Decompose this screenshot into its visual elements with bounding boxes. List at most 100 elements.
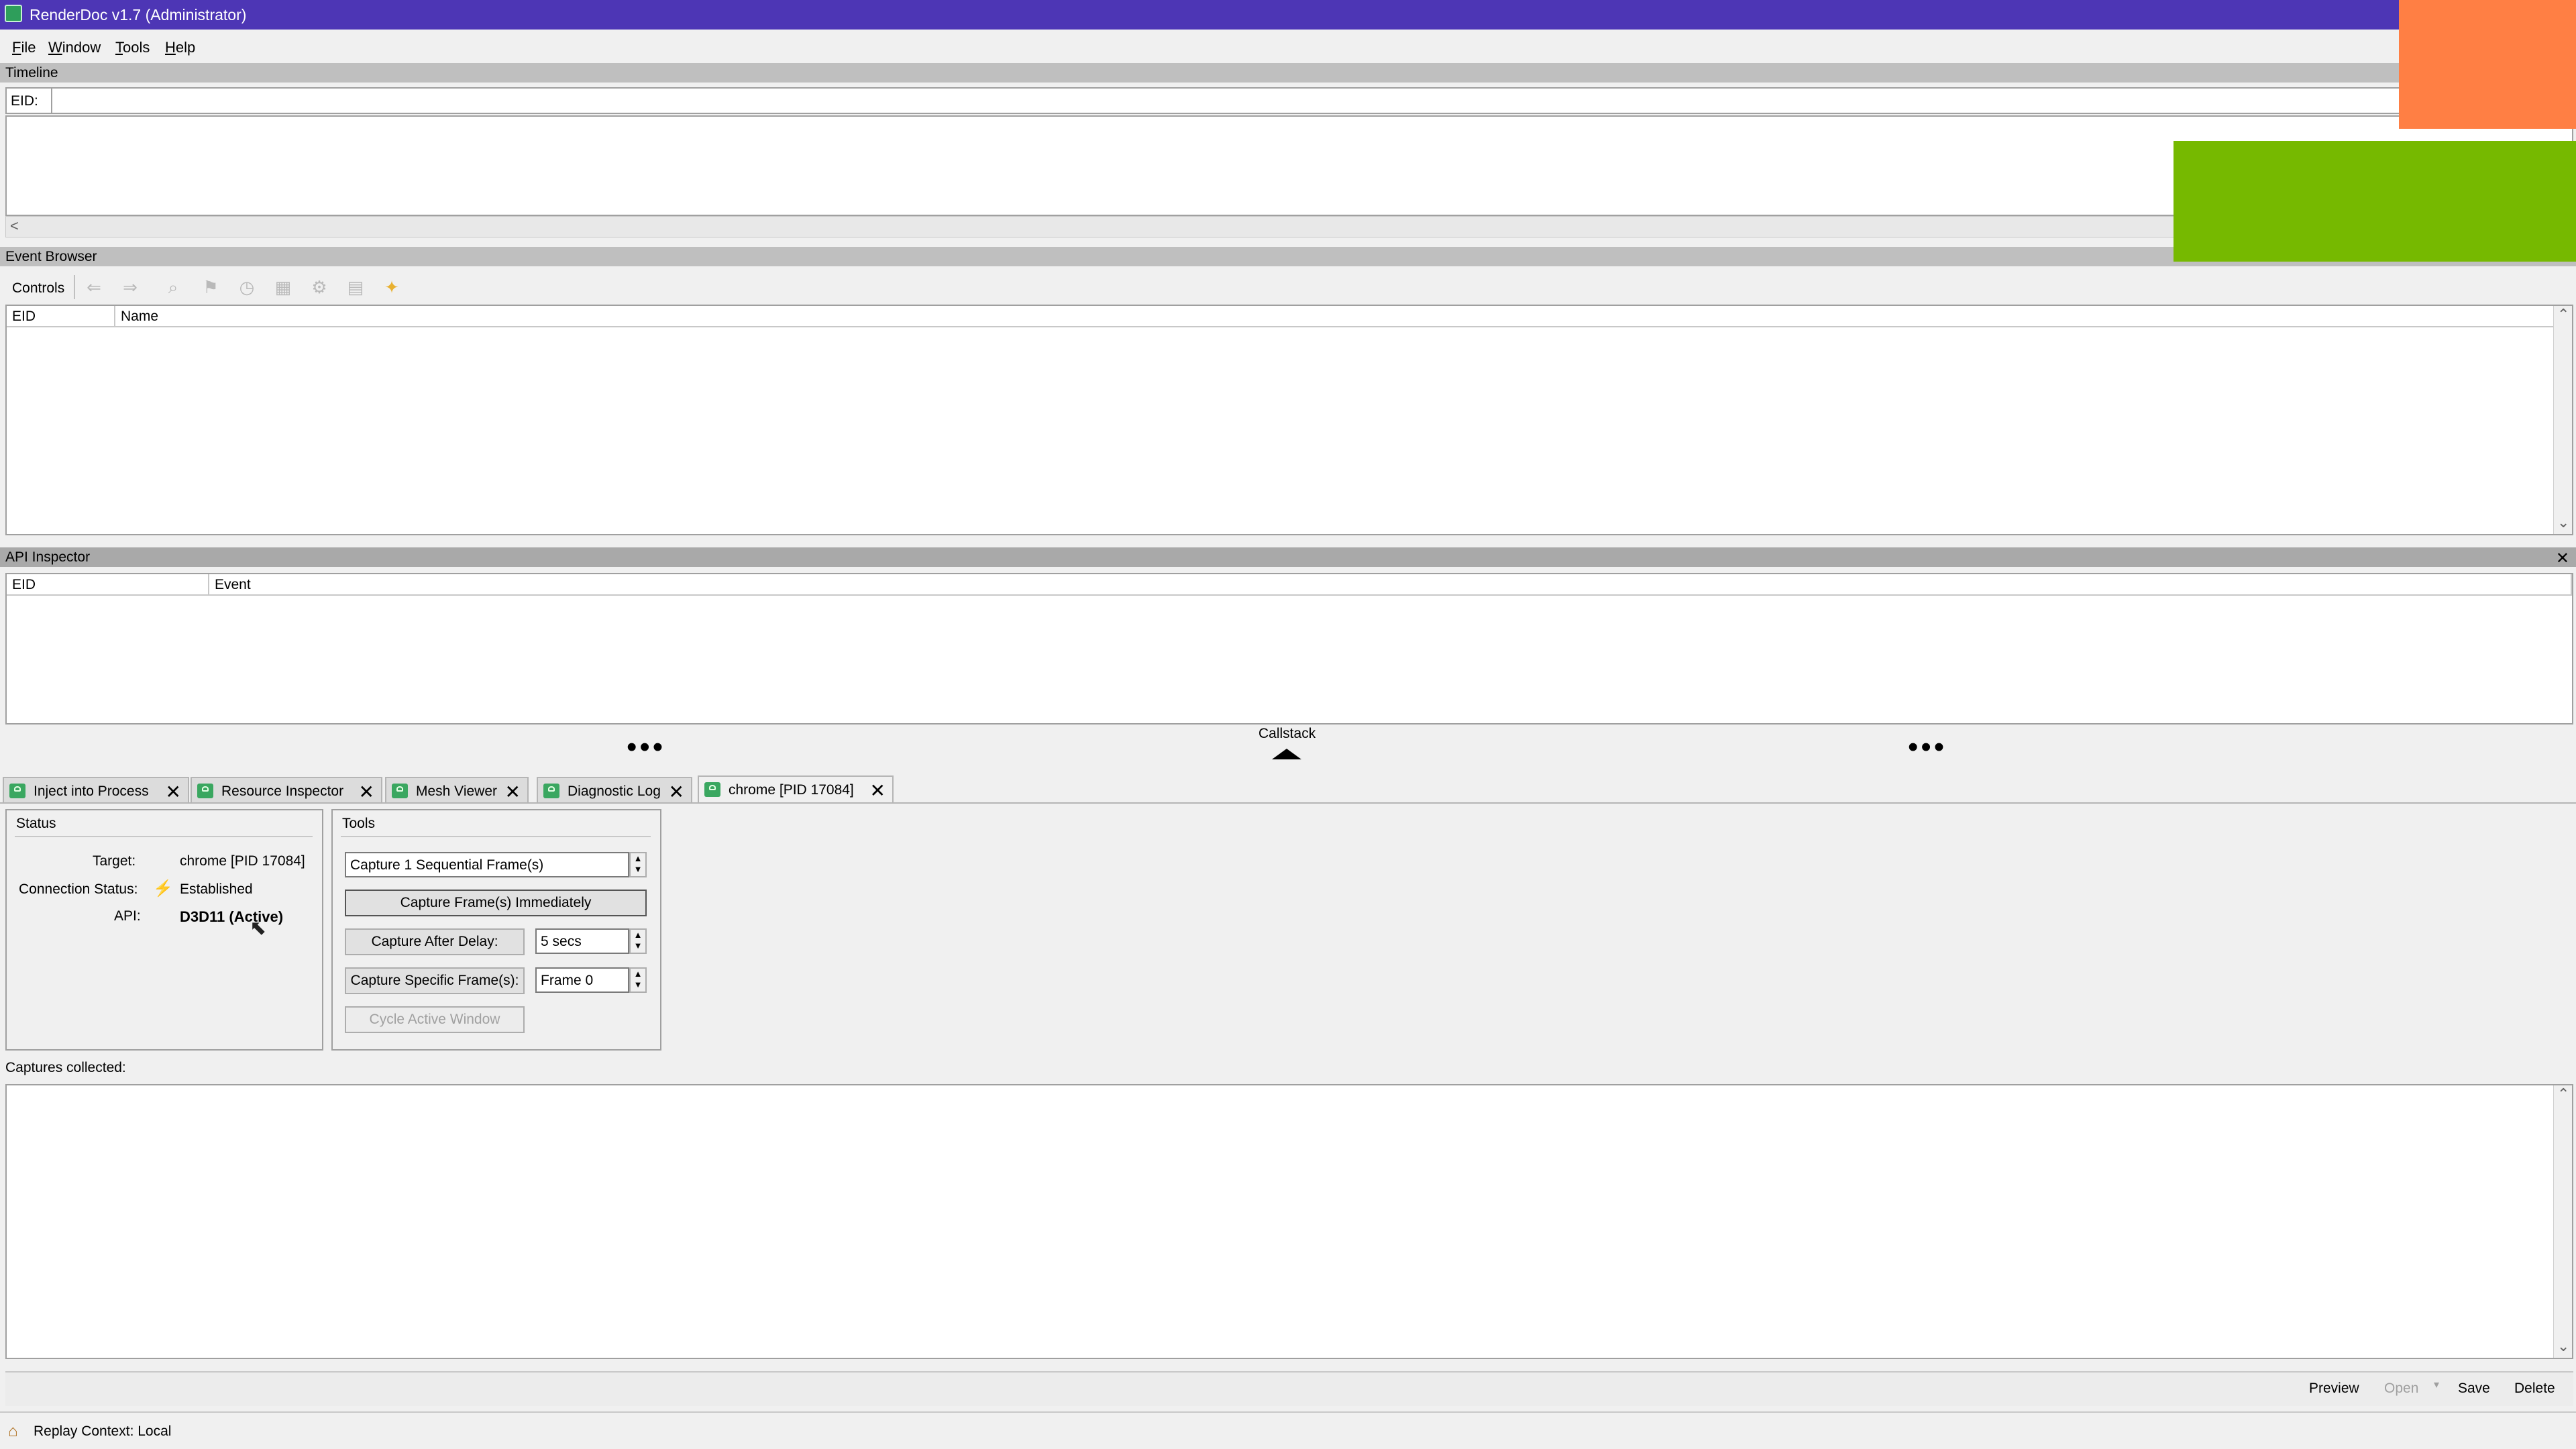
connection-plug-icon: ⚡ xyxy=(153,879,173,898)
capture-specific-frames-button[interactable]: Capture Specific Frame(s): xyxy=(345,967,525,994)
renderdoc-app-icon xyxy=(5,5,22,22)
house-icon: ⌂ xyxy=(8,1422,18,1440)
close-icon[interactable]: ✕ xyxy=(505,781,521,803)
capture-immediately-button[interactable]: Capture Frame(s) Immediately xyxy=(345,890,647,916)
callstack-splitter[interactable]: Callstack xyxy=(0,726,2576,763)
event-list[interactable]: EID Name ⌃ ⌄ xyxy=(5,305,2573,535)
controls-label: Controls xyxy=(12,280,65,296)
target-value: chrome [PID 17084] xyxy=(180,853,305,869)
status-group-title: Status xyxy=(16,816,56,831)
tab-resource-inspector[interactable]: Resource Inspector ✕ xyxy=(191,777,382,802)
delay-spinner[interactable]: ▲ ▼ xyxy=(629,928,647,954)
delete-button[interactable]: Delete xyxy=(2514,1381,2555,1397)
tab-inject-into-process[interactable]: Inject into Process ✕ xyxy=(3,777,189,802)
menu-window[interactable]: Window xyxy=(48,39,101,56)
target-label: Target: xyxy=(93,853,136,869)
connection-status-value: Established xyxy=(180,881,253,897)
replay-context-label[interactable]: Replay Context: Local xyxy=(34,1424,171,1440)
timer-icon[interactable]: ◷ xyxy=(235,275,259,299)
delay-input[interactable]: 5 secs xyxy=(535,928,629,954)
sequential-frames-input[interactable]: Capture 1 Sequential Frame(s) xyxy=(345,852,629,877)
column-header-eid[interactable]: EID xyxy=(7,306,115,326)
tab-app-icon xyxy=(704,782,720,797)
timeline-scroll-left-icon[interactable]: < xyxy=(10,217,19,235)
menu-tools[interactable]: Tools xyxy=(115,39,150,56)
event-browser-title: Event Browser xyxy=(5,249,97,264)
close-icon[interactable]: ✕ xyxy=(166,781,181,803)
api-inspector-header: API Inspector ✕ xyxy=(0,547,2576,568)
tab-diagnostic-log[interactable]: Diagnostic Log ✕ xyxy=(537,777,692,802)
sequential-frames-spinner[interactable]: ▲ ▼ xyxy=(629,852,647,877)
capture-after-delay-button[interactable]: Capture After Delay: xyxy=(345,928,525,955)
open-dropdown-icon[interactable]: ▾ xyxy=(2434,1378,2439,1391)
menu-bar: File Window Tools Help xyxy=(0,30,2576,62)
orange-overlay-block xyxy=(2399,0,2576,129)
header-divider xyxy=(7,594,2572,596)
column-header-event[interactable]: Event xyxy=(209,574,2572,594)
event-list-scrollbar[interactable]: ⌃ ⌄ xyxy=(2553,306,2572,534)
back-arrow-icon[interactable]: ⇐ xyxy=(82,275,106,299)
tab-app-icon xyxy=(197,784,213,798)
menu-help[interactable]: Help xyxy=(165,39,195,56)
event-browser-toolbar: Controls ⇐ ⇒ ⌕ ⚑ ◷ ▦ ⚙ ▤ ✦ xyxy=(0,268,2576,306)
save-icon[interactable]: ▤ xyxy=(343,275,368,299)
tab-chrome-pid[interactable]: chrome [PID 17084] ✕ xyxy=(698,775,894,802)
callstack-expand-icon[interactable] xyxy=(1272,749,1301,759)
timeline-panel-header: Timeline xyxy=(0,63,2576,83)
scroll-up-icon[interactable]: ⌃ xyxy=(2557,306,2569,323)
splitter-handle-right-icon[interactable]: ••• xyxy=(1908,733,1947,762)
timeline-eid-label: EID: xyxy=(11,93,38,109)
api-label: API: xyxy=(114,908,141,924)
tab-app-icon xyxy=(392,784,408,798)
tab-strip-border xyxy=(0,802,2576,804)
scroll-down-icon[interactable]: ⌄ xyxy=(2557,1338,2569,1355)
tab-label: chrome [PID 17084] xyxy=(729,782,854,798)
api-inspector-close-icon[interactable]: ✕ xyxy=(2556,549,2569,568)
api-value: D3D11 (Active) xyxy=(180,908,284,925)
api-inspector-list[interactable]: EID Event xyxy=(5,573,2573,724)
specific-frame-input[interactable]: Frame 0 xyxy=(535,967,629,993)
cycle-active-window-button[interactable]: Cycle Active Window xyxy=(345,1006,525,1033)
group-divider xyxy=(341,836,651,837)
specific-frame-spinner[interactable]: ▲ ▼ xyxy=(629,967,647,993)
window-title: RenderDoc v1.7 (Administrator) xyxy=(30,6,247,23)
close-icon[interactable]: ✕ xyxy=(669,781,684,803)
close-icon[interactable]: ✕ xyxy=(359,781,374,803)
header-divider xyxy=(7,326,2556,327)
tab-app-icon xyxy=(543,784,559,798)
save-button[interactable]: Save xyxy=(2458,1381,2490,1397)
scroll-up-icon[interactable]: ⌃ xyxy=(2557,1085,2569,1103)
timeline-title: Timeline xyxy=(5,65,58,80)
captures-list[interactable]: ⌃ ⌄ xyxy=(5,1084,2573,1359)
preview-button[interactable]: Preview xyxy=(2309,1381,2359,1397)
tab-label: Mesh Viewer xyxy=(416,784,497,799)
bookmark-flag-icon[interactable]: ⚑ xyxy=(199,275,223,299)
star-icon[interactable]: ✦ xyxy=(380,275,404,299)
close-icon[interactable]: ✕ xyxy=(870,780,885,802)
timeline-eid-divider xyxy=(51,89,52,113)
captures-collected-label: Captures collected: xyxy=(5,1060,126,1075)
tab-label: Diagnostic Log xyxy=(568,784,661,799)
tab-mesh-viewer[interactable]: Mesh Viewer ✕ xyxy=(385,777,529,802)
splitter-handle-left-icon[interactable]: ••• xyxy=(627,733,665,762)
captures-scrollbar[interactable]: ⌃ ⌄ xyxy=(2553,1085,2572,1358)
find-icon[interactable]: ⌕ xyxy=(161,275,185,299)
forward-arrow-icon[interactable]: ⇒ xyxy=(118,275,142,299)
tools-group: Tools Capture 1 Sequential Frame(s) ▲ ▼ C… xyxy=(331,809,661,1051)
timeline-eid-row: EID: xyxy=(5,87,2573,114)
group-divider xyxy=(15,836,313,837)
connection-status-label: Connection Status: xyxy=(19,881,138,897)
toolbar-separator xyxy=(74,275,75,299)
chart-icon[interactable]: ▦ xyxy=(271,275,295,299)
settings-icon[interactable]: ⚙ xyxy=(307,275,331,299)
title-bar: RenderDoc v1.7 (Administrator) xyxy=(0,0,2576,30)
column-header-eid[interactable]: EID xyxy=(7,574,209,594)
tab-label: Resource Inspector xyxy=(221,784,344,799)
menu-file[interactable]: File xyxy=(12,39,36,56)
open-button[interactable]: Open xyxy=(2384,1381,2418,1397)
column-header-name[interactable]: Name xyxy=(115,306,2555,326)
scroll-down-icon[interactable]: ⌄ xyxy=(2557,514,2569,531)
tab-app-icon xyxy=(9,784,25,798)
api-inspector-title: API Inspector xyxy=(5,549,91,565)
callstack-label: Callstack xyxy=(1258,726,1316,741)
